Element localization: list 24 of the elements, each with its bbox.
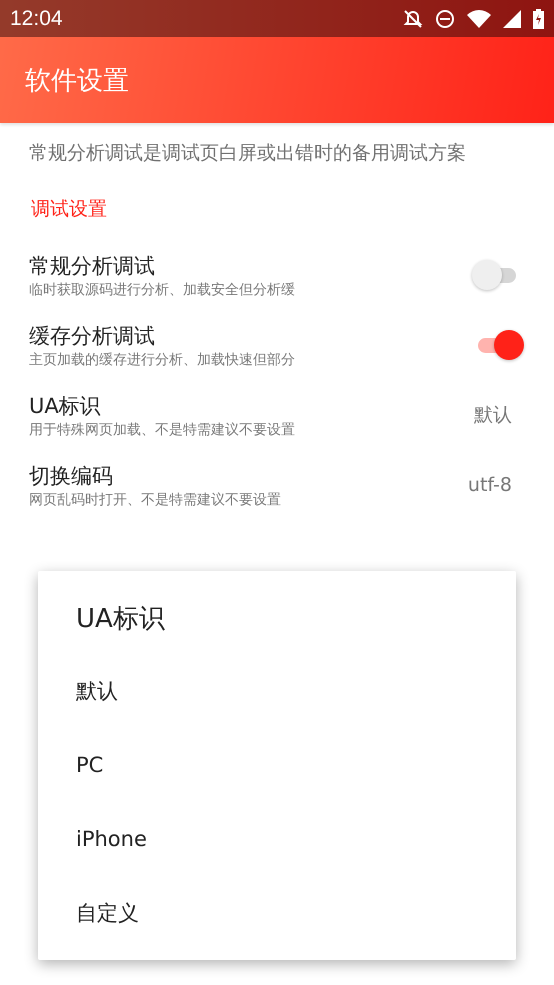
setting-title[interactable]: 缓存分析调试 — [29, 322, 472, 350]
dialog-option[interactable]: PC — [76, 728, 104, 802]
summary-text: 常规分析调试是调试页白屏或出错时的备用调试方案 — [28, 141, 467, 166]
dialog-option[interactable]: iPhone — [76, 802, 147, 876]
setting-title[interactable]: 切换编码 — [29, 462, 468, 490]
setting-subtitle: 主页加载的缓存进行分析、加载快速但部分 — [29, 350, 296, 368]
setting-subtitle: 网页乱码时打开、不是特需建议不要设置 — [29, 490, 282, 508]
dialog-option[interactable]: 默认 — [76, 654, 118, 728]
wifi-icon — [467, 10, 491, 28]
signal-icon — [503, 10, 521, 28]
setting-title[interactable]: UA标识 — [29, 392, 474, 420]
setting-title[interactable]: 常规分析调试 — [29, 252, 472, 280]
clock: 12:04 — [10, 6, 63, 30]
dialog-title: UA标识 — [76, 603, 166, 636]
setting-value: utf-8 — [468, 474, 512, 496]
do-not-disturb-icon — [435, 8, 455, 28]
setting-subtitle: 用于特殊网页加载、不是特需建议不要设置 — [29, 420, 296, 438]
setting-subtitle: 临时获取源码进行分析、加载安全但分析缓 — [29, 280, 296, 298]
setting-value: 默认 — [474, 403, 512, 428]
bell-off-icon — [403, 8, 423, 28]
category-header: 调试设置 — [30, 197, 108, 222]
app-title: 软件设置 — [25, 64, 129, 98]
dialog-option[interactable]: 自定义 — [76, 876, 139, 950]
battery-icon — [533, 8, 544, 28]
